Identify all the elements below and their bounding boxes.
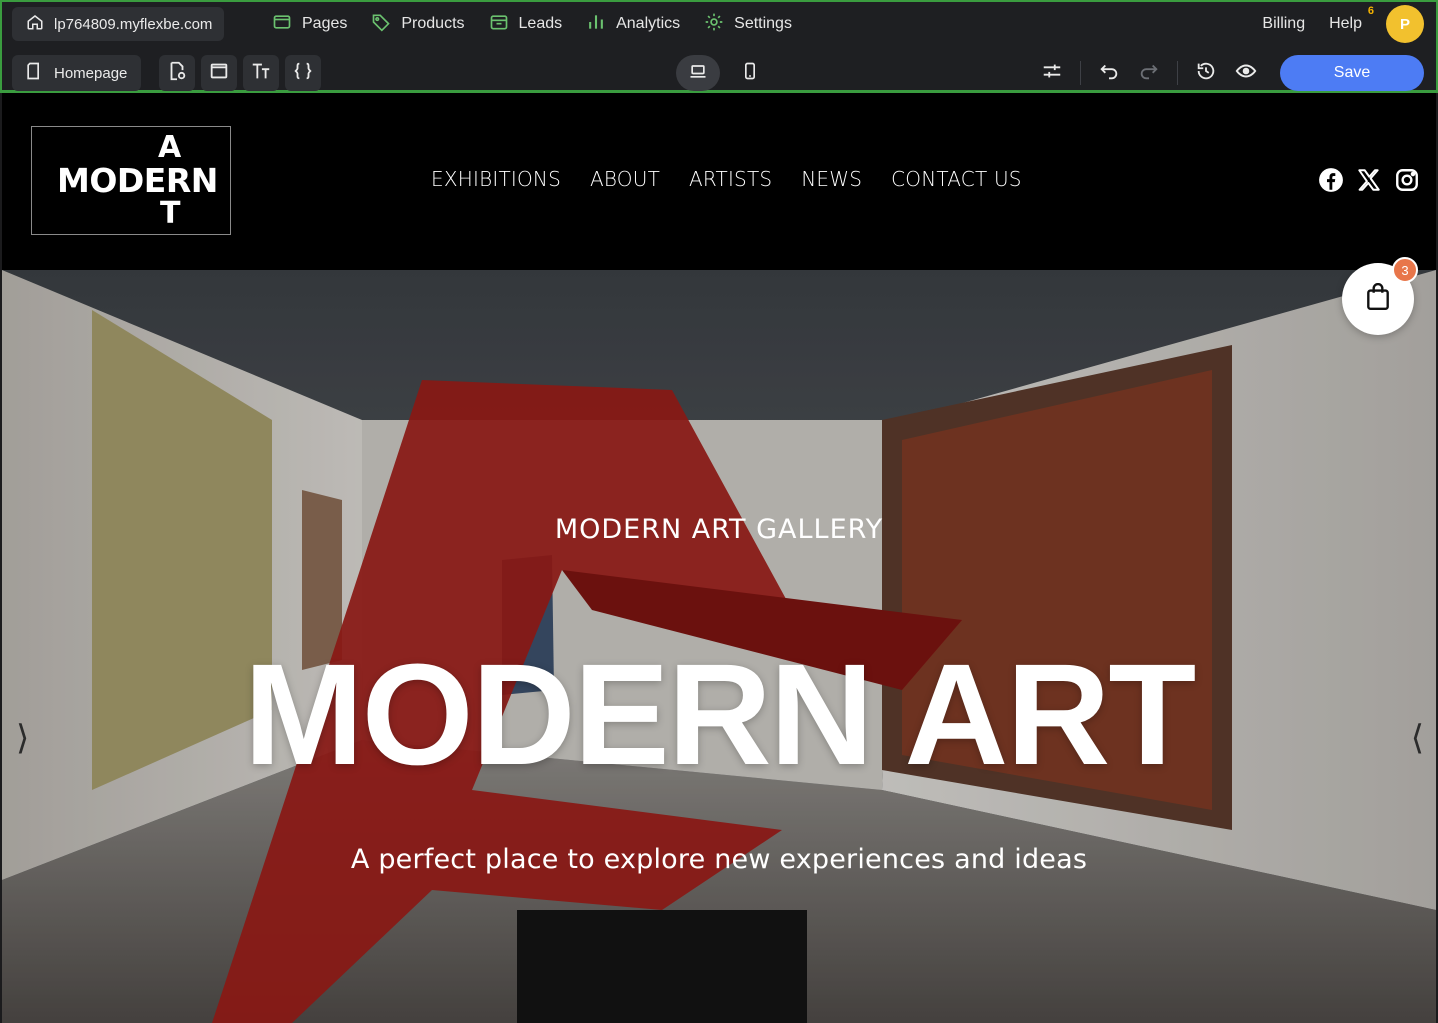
undo-button[interactable] bbox=[1089, 55, 1129, 91]
typography-button[interactable] bbox=[243, 55, 279, 91]
history-button[interactable] bbox=[1186, 55, 1226, 91]
home-icon bbox=[26, 13, 44, 35]
instagram-icon[interactable] bbox=[1394, 167, 1420, 198]
device-toggle bbox=[676, 55, 772, 91]
hero-section: MODERN ART GALLERY MODERN ART A perfect … bbox=[2, 270, 1436, 1023]
adjust-button[interactable] bbox=[1032, 55, 1072, 91]
gear-icon bbox=[704, 12, 724, 37]
nav-products[interactable]: Products bbox=[371, 12, 465, 37]
slider-next-arrow[interactable]: ⟨ bbox=[1411, 718, 1424, 758]
cart-button[interactable]: 3 bbox=[1342, 257, 1418, 335]
hero-eyebrow: MODERN ART GALLERY bbox=[554, 514, 884, 545]
phone-icon bbox=[740, 61, 760, 86]
billing-link[interactable]: Billing bbox=[1262, 15, 1305, 33]
site-nav-about[interactable]: ABOUT bbox=[590, 167, 660, 191]
add-block-button[interactable] bbox=[201, 55, 237, 91]
history-icon bbox=[1195, 60, 1217, 87]
desktop-view-button[interactable] bbox=[676, 55, 720, 91]
cart-count-badge: 3 bbox=[1392, 257, 1418, 283]
site-nav-exhibitions[interactable]: EXHIBITIONS bbox=[431, 167, 561, 191]
pages-icon bbox=[272, 12, 292, 37]
eye-icon bbox=[1235, 60, 1257, 87]
page-icon bbox=[24, 61, 44, 85]
site-url: lp764809.myflexbe.com bbox=[54, 15, 213, 33]
editor-actions: Save bbox=[1032, 55, 1424, 91]
editor-top-bar: lp764809.myflexbe.com Pages Products Lea… bbox=[2, 2, 1436, 48]
avatar[interactable]: P bbox=[1386, 5, 1424, 43]
help-label: Help bbox=[1329, 15, 1362, 32]
shopping-bag-icon bbox=[1365, 282, 1391, 316]
facebook-icon[interactable] bbox=[1318, 167, 1344, 198]
social-links bbox=[1318, 167, 1420, 198]
editor-nav: Pages Products Leads Analytics Settings bbox=[272, 8, 792, 40]
site-nav-artists[interactable]: ARTISTS bbox=[689, 167, 772, 191]
block-icon bbox=[208, 60, 230, 87]
site-nav: EXHIBITIONS ABOUT ARTISTS NEWS CONTACT U… bbox=[431, 167, 1022, 191]
editor-toolbar: lp764809.myflexbe.com Pages Products Lea… bbox=[0, 0, 1438, 93]
save-button[interactable]: Save bbox=[1280, 55, 1424, 91]
nav-pages[interactable]: Pages bbox=[272, 12, 347, 37]
hero-subtitle: A perfect place to explore new experienc… bbox=[350, 844, 1088, 875]
page-selector[interactable]: Homepage bbox=[12, 55, 142, 91]
nav-pages-label: Pages bbox=[302, 15, 348, 32]
logo-line-3: T bbox=[160, 196, 181, 231]
nav-settings[interactable]: Settings bbox=[704, 12, 792, 37]
code-braces-icon bbox=[292, 60, 314, 87]
x-icon[interactable] bbox=[1356, 167, 1382, 198]
current-page-label: Homepage bbox=[54, 64, 128, 82]
toolbar-divider bbox=[1080, 61, 1081, 85]
undo-icon bbox=[1098, 60, 1120, 87]
nav-analytics-label: Analytics bbox=[616, 15, 681, 32]
preview-button[interactable] bbox=[1226, 55, 1266, 91]
page-settings-button[interactable] bbox=[159, 55, 195, 91]
nav-analytics[interactable]: Analytics bbox=[586, 12, 680, 37]
help-notification-badge: 6 bbox=[1367, 5, 1374, 17]
sliders-icon bbox=[1041, 60, 1063, 87]
tag-icon bbox=[371, 12, 391, 37]
site-preview: A MODERN T EXHIBITIONS ABOUT ARTISTS NEW… bbox=[2, 93, 1436, 1023]
logo-line-2: MODERN bbox=[57, 161, 218, 200]
site-url-button[interactable]: lp764809.myflexbe.com bbox=[12, 7, 225, 41]
toolbar-divider bbox=[1177, 61, 1178, 85]
app-window: lp764809.myflexbe.com Pages Products Lea… bbox=[0, 0, 1438, 1023]
site-header: A MODERN T EXHIBITIONS ABOUT ARTISTS NEW… bbox=[2, 93, 1436, 270]
laptop-icon bbox=[688, 61, 708, 86]
account-links: Billing Help 6 P bbox=[1262, 4, 1424, 44]
mobile-view-button[interactable] bbox=[728, 55, 772, 91]
logo-line-1: A bbox=[158, 130, 182, 165]
inbox-icon bbox=[489, 12, 509, 37]
nav-settings-label: Settings bbox=[734, 15, 792, 32]
redo-icon bbox=[1138, 60, 1160, 87]
bar-chart-icon bbox=[586, 12, 606, 37]
code-button[interactable] bbox=[285, 55, 321, 91]
hero-title: MODERN ART bbox=[243, 634, 1197, 795]
nav-leads-label: Leads bbox=[518, 15, 563, 32]
page-settings-icon bbox=[166, 60, 188, 87]
site-logo[interactable]: A MODERN T bbox=[31, 126, 231, 235]
help-link[interactable]: Help 6 bbox=[1329, 5, 1374, 33]
site-nav-news[interactable]: NEWS bbox=[801, 167, 862, 191]
nav-leads[interactable]: Leads bbox=[489, 12, 563, 37]
redo-button[interactable] bbox=[1129, 55, 1169, 91]
slider-prev-arrow[interactable]: ⟩ bbox=[16, 718, 29, 758]
site-nav-contact[interactable]: CONTACT US bbox=[891, 167, 1022, 191]
editor-secondary-bar: Homepage Save bbox=[2, 51, 1436, 95]
text-size-icon bbox=[250, 60, 272, 87]
nav-products-label: Products bbox=[401, 15, 465, 32]
